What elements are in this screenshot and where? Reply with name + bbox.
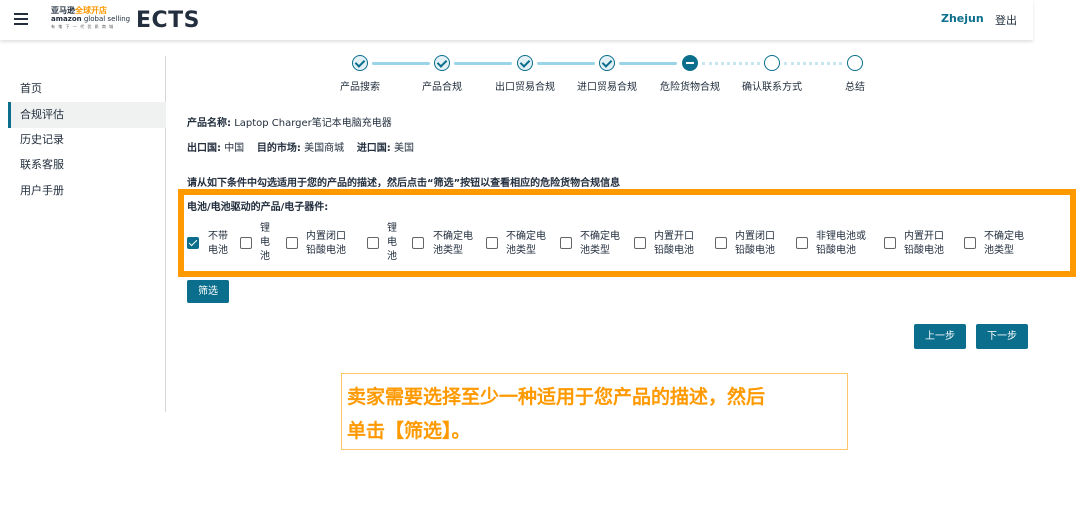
progress-stepper: 产品搜索 产品合规 出口贸易合规 进口贸易合规 危险货物合规 确认联系方式 总结	[320, 52, 880, 96]
annotation-callout: 卖家需要选择至少一种适用于您产品的描述，然后 单击【筛选】。	[341, 373, 848, 450]
option-label: 不确定电 池类型	[984, 231, 1024, 256]
step-label: 产品合规	[422, 82, 462, 93]
step-check-icon	[517, 55, 533, 71]
option-checkbox[interactable]	[884, 237, 896, 249]
step-label: 出口贸易合规	[495, 82, 555, 93]
option-label: 锂电池	[387, 223, 397, 262]
option-label: 不确定电 池类型	[433, 231, 473, 256]
option-checkbox[interactable]	[486, 237, 498, 249]
top-header: 亚马逊全球开店 amazon global selling 有 笔 下 一 代 …	[0, 0, 1033, 40]
sidebar-item-user-manual[interactable]: 用户手册	[8, 178, 166, 204]
option-checkbox[interactable]	[715, 237, 727, 249]
option-checkbox[interactable]	[286, 237, 298, 249]
step-label: 产品搜索	[340, 82, 380, 93]
step-connector	[372, 62, 430, 65]
option-label: 不确定电 池类型	[506, 231, 546, 256]
filter-button[interactable]: 筛选	[187, 280, 229, 303]
sidebar-item-home[interactable]: 首页	[8, 76, 166, 102]
trade-route-row: 出口国: 中国 目的市场: 美国商城 进口国: 美国	[187, 143, 414, 154]
step-label: 确认联系方式	[742, 82, 802, 93]
battery-group-title: 电池/电池驱动的产品/电子器件:	[187, 202, 329, 213]
option-label: 内置开口 铅酸电池	[654, 231, 694, 256]
option-label: 内置开口 铅酸电池	[904, 231, 944, 256]
step-pending-icon	[847, 55, 863, 71]
step-label: 总结	[845, 82, 865, 93]
step-connector-pending	[784, 62, 842, 65]
option-label: 锂电池	[260, 223, 270, 262]
step-current-icon	[682, 55, 698, 71]
user-name-link[interactable]: Zhejun	[941, 12, 984, 25]
sidebar-item-contact-support[interactable]: 联系客服	[8, 152, 166, 178]
step-check-icon	[352, 55, 368, 71]
option-checkbox[interactable]	[240, 237, 252, 249]
option-checkbox[interactable]	[796, 237, 808, 249]
option-checkbox[interactable]	[964, 237, 976, 249]
option-checkbox[interactable]	[634, 237, 646, 249]
next-step-button[interactable]: 下一步	[976, 324, 1028, 349]
option-label: 内置闭口 铅酸电池	[306, 231, 346, 256]
previous-step-button[interactable]: 上一步	[914, 324, 966, 349]
step-check-icon	[599, 55, 615, 71]
logout-link[interactable]: 登出	[995, 12, 1017, 28]
sidebar-item-history[interactable]: 历史记录	[8, 127, 166, 153]
option-checkbox[interactable]	[412, 237, 424, 249]
option-label: 不确定电 池类型	[580, 231, 620, 256]
sidebar-item-compliance-assessment[interactable]: 合规评估	[8, 102, 166, 128]
option-label: 不带 电池	[208, 231, 228, 256]
callout-line: 单击【筛选】。	[347, 420, 471, 442]
callout-line: 卖家需要选择至少一种适用于您产品的描述，然后	[347, 386, 766, 408]
step-connector	[619, 62, 677, 65]
step-connector	[537, 62, 595, 65]
hamburger-menu-icon[interactable]	[14, 10, 28, 28]
step-label: 进口贸易合规	[577, 82, 637, 93]
product-name-row: 产品名称: Laptop Charger笔记本电脑充电器	[187, 118, 392, 129]
option-checkbox[interactable]	[560, 237, 572, 249]
option-checkbox[interactable]	[367, 237, 379, 249]
step-pending-icon	[764, 55, 780, 71]
instruction-text: 请从如下条件中勾选适用于您的产品的描述，然后点击“筛选”按钮以查看相应的危险货物…	[187, 178, 621, 189]
step-label: 危险货物合规	[660, 82, 720, 93]
sidebar: 首页 合规评估 历史记录 联系客服 用户手册	[0, 56, 166, 412]
option-checkbox[interactable]	[187, 237, 199, 249]
option-label: 非锂电池或 铅酸电池	[816, 231, 866, 256]
option-label: 内置闭口 铅酸电池	[735, 231, 775, 256]
step-check-icon	[434, 55, 450, 71]
amazon-global-selling-logo: 亚马逊全球开店 amazon global selling 有 笔 下 一 代 …	[51, 6, 131, 29]
app-title: ECTS	[136, 8, 201, 33]
step-connector	[454, 62, 512, 65]
step-connector-pending	[702, 62, 760, 65]
